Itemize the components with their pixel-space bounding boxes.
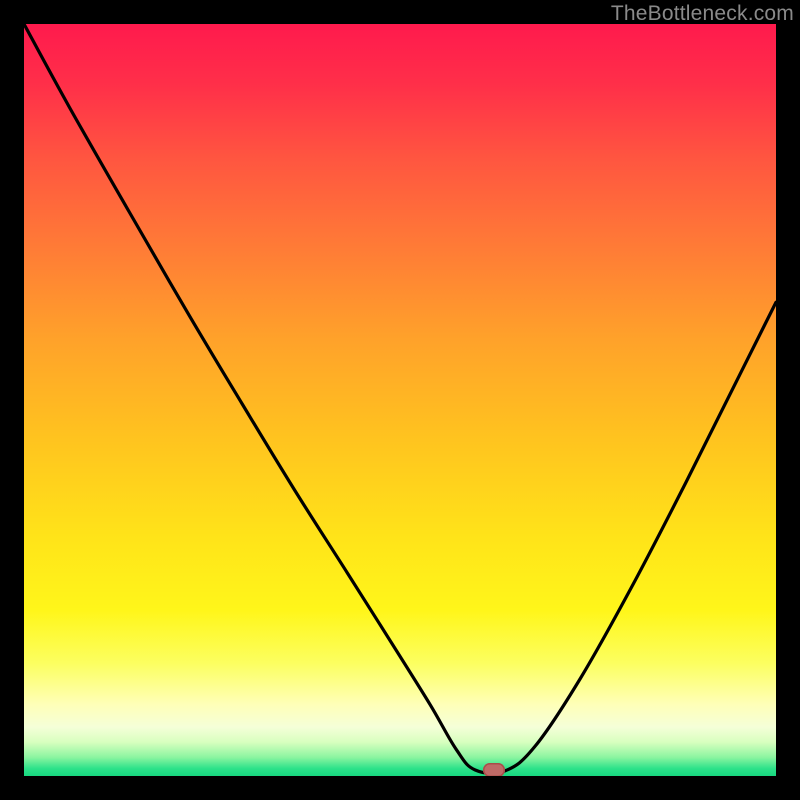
watermark-text: TheBottleneck.com: [611, 2, 794, 26]
bottleneck-curve: [24, 24, 776, 776]
optimal-point-marker: [483, 763, 505, 776]
chart-frame: TheBottleneck.com: [0, 0, 800, 800]
plot-area: [24, 24, 776, 776]
